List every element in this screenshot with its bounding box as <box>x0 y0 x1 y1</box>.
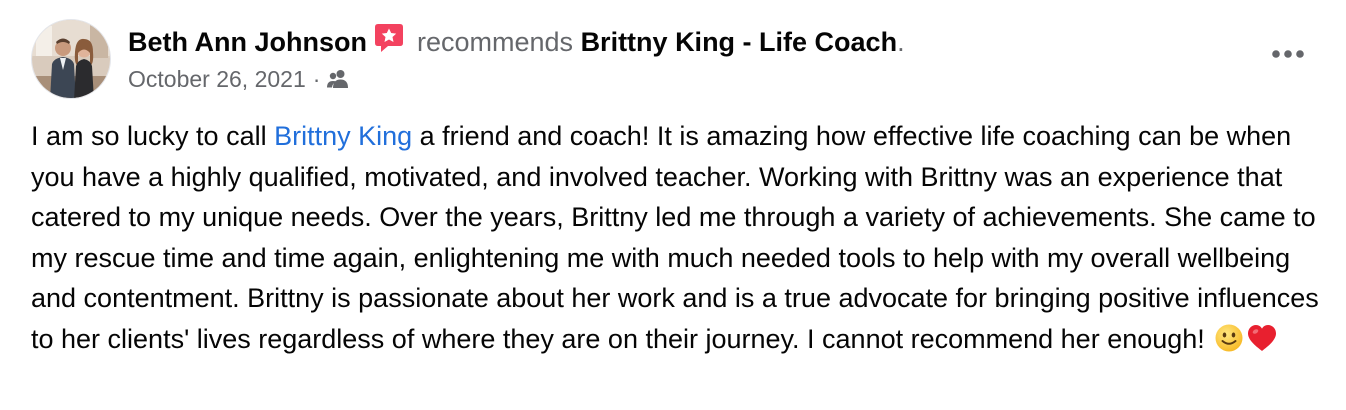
more-options-button[interactable] <box>1268 38 1308 72</box>
post-body: I am so lucky to call Brittny King a fri… <box>31 116 1326 364</box>
page-name-link[interactable]: Brittny King - Life Coach <box>581 27 898 57</box>
page-name-suffix: . <box>897 27 905 57</box>
more-options-icon <box>1271 46 1305 64</box>
action-text: recommends <box>416 27 574 57</box>
friends-icon[interactable] <box>326 67 350 97</box>
avatar[interactable] <box>31 19 111 99</box>
mention-link[interactable]: Brittny King <box>274 121 412 151</box>
post-date[interactable]: October 26, 2021 <box>128 66 306 92</box>
recommendation-post: Beth Ann Johnson recommends Brittny King … <box>0 0 1346 410</box>
meta-separator: · <box>312 66 321 92</box>
post-header: Beth Ann Johnson recommends Brittny King … <box>128 22 905 63</box>
recommendation-star-icon <box>373 22 405 63</box>
post-text-start: I am so lucky to call <box>31 121 275 151</box>
profile-photo <box>32 20 110 98</box>
slightly-smiling-face-emoji <box>1214 323 1244 365</box>
post-meta: October 26, 2021 · <box>128 64 350 97</box>
post-text-rest: a friend and coach! It is amazing how ef… <box>31 121 1319 354</box>
red-heart-emoji <box>1246 323 1278 365</box>
author-name[interactable]: Beth Ann Johnson <box>128 27 367 57</box>
